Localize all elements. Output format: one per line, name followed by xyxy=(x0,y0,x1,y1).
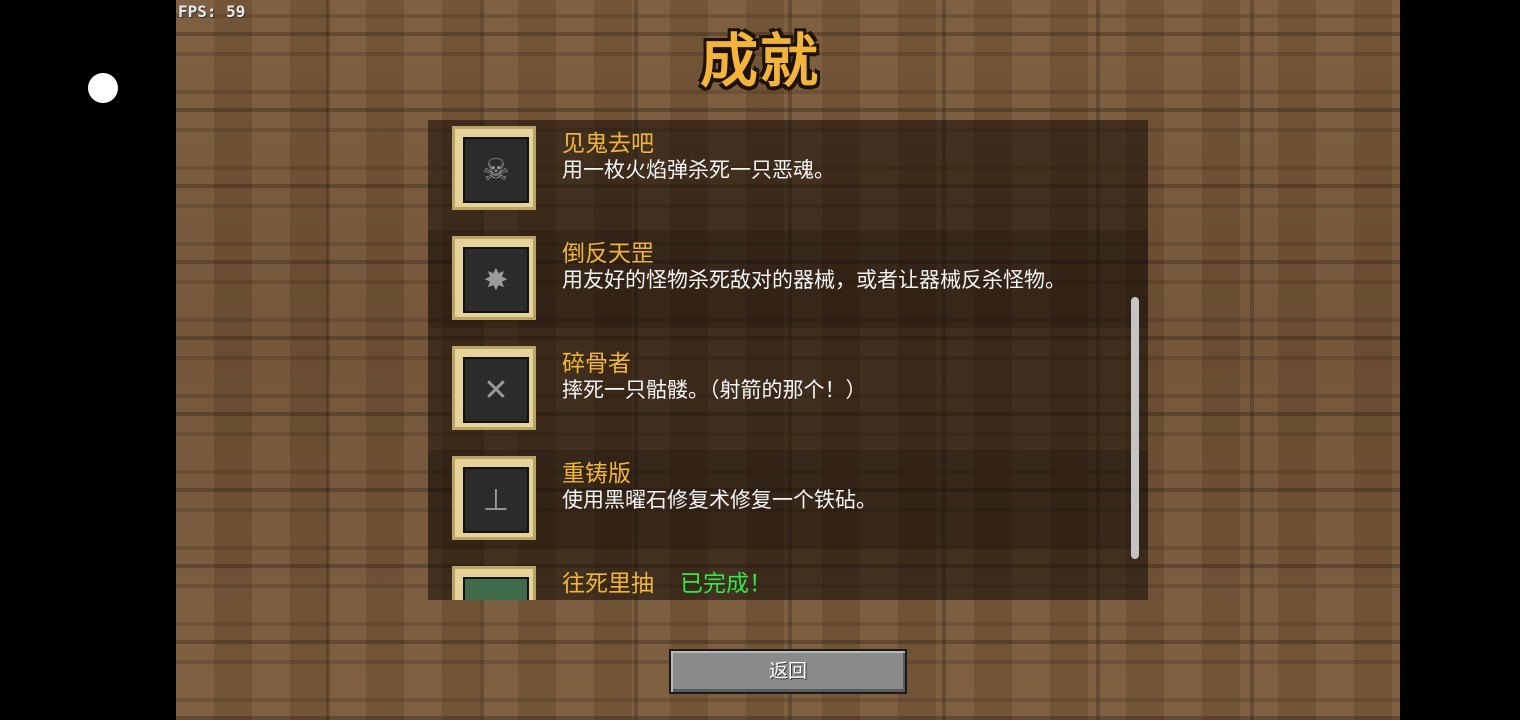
achievement-title: 见鬼去吧 xyxy=(562,131,654,157)
achievement-title: 碎骨者 xyxy=(562,351,631,377)
achievement-list[interactable]: ☠ 见鬼去吧 用一枚火焰弹杀死一只恶魂。 ✸ 倒反天罡 用友好的怪物杀死敌对的器… xyxy=(428,120,1148,600)
achievement-desc: 使用黑曜石修复术修复一个铁砧。 xyxy=(562,488,877,512)
achievement-row[interactable]: ✸ 倒反天罡 用友好的怪物杀死敌对的器械，或者让器械反杀怪物。 xyxy=(428,230,1148,328)
completed-label: 已完成！ xyxy=(680,571,772,597)
achievement-title: 往死里抽 已完成！ xyxy=(562,564,772,598)
achievement-frame: ✸ xyxy=(452,236,536,320)
back-button[interactable]: 返回 xyxy=(669,649,907,694)
achievement-title: 倒反天罡 xyxy=(562,241,654,267)
achievement-frame: ▦ xyxy=(452,566,536,600)
achievement-desc: 用友好的怪物杀死敌对的器械，或者让器械反杀怪物。 xyxy=(562,268,1066,292)
bone-icon: ✕ xyxy=(463,357,529,423)
achievement-row[interactable]: ☠ 见鬼去吧 用一枚火焰弹杀死一只恶魂。 xyxy=(428,120,1148,218)
achievement-frame: ☠ xyxy=(452,126,536,210)
achievement-row[interactable]: ▦ 往死里抽已完成！ xyxy=(428,560,1148,600)
achievement-row[interactable]: ✕ 碎骨者 摔死一只骷髅。（射箭的那个！） xyxy=(428,340,1148,438)
box-icon: ▦ xyxy=(463,577,529,600)
ghast-icon: ☠ xyxy=(463,137,529,203)
achievement-desc: 用一枚火焰弹杀死一只恶魂。 xyxy=(562,158,835,182)
achievement-frame: ⊥ xyxy=(452,456,536,540)
achievement-row[interactable]: ⊥ 重铸版 使用黑曜石修复术修复一个铁砧。 xyxy=(428,450,1148,548)
scrollbar[interactable] xyxy=(1131,297,1139,559)
page-title: 成就 xyxy=(699,27,820,95)
achievement-title: 重铸版 xyxy=(562,461,631,487)
achievement-title-text: 往死里抽 xyxy=(562,571,654,597)
anvil-icon: ⊥ xyxy=(463,467,529,533)
achievement-frame: ✕ xyxy=(452,346,536,430)
achievement-desc: 摔死一只骷髅。（射箭的那个！） xyxy=(562,378,867,402)
golem-icon: ✸ xyxy=(463,247,529,313)
